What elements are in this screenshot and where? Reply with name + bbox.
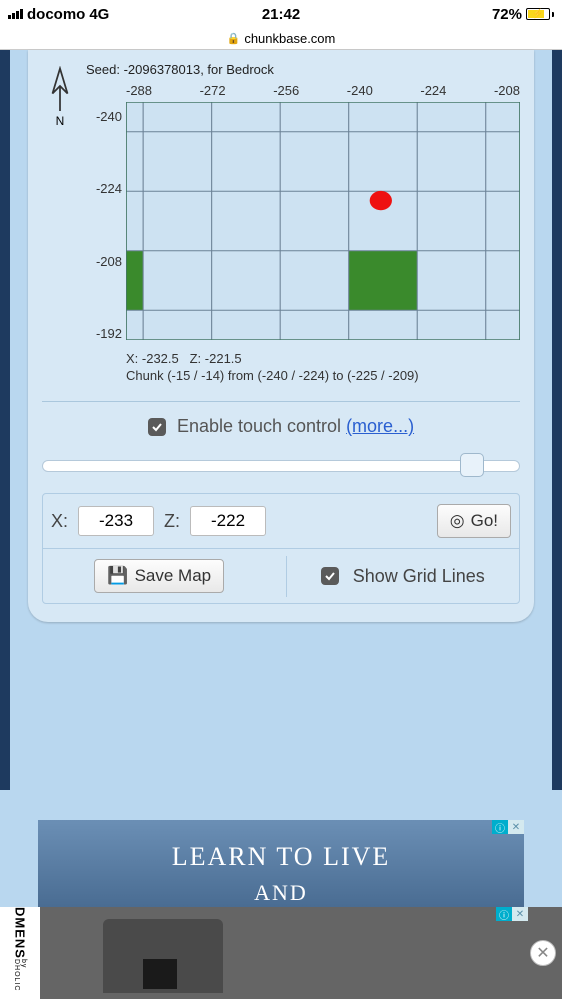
x-input[interactable] (78, 506, 154, 536)
x-tick: -256 (273, 83, 299, 98)
map-border (126, 102, 520, 340)
adchoices-badge[interactable]: ⓘ✕ (496, 907, 528, 921)
y-tick: -208 (86, 254, 122, 269)
compass: N (42, 62, 78, 383)
signal-bars-icon (8, 9, 23, 19)
check-icon (324, 570, 336, 582)
ad1-line1: LEARN TO LIVE (38, 842, 524, 872)
save-icon: 💾 (107, 566, 128, 586)
x-label: X: (51, 511, 68, 532)
cursor-z: Z: -221.5 (190, 351, 242, 366)
z-input[interactable] (190, 506, 266, 536)
compass-n-label: N (56, 114, 65, 128)
slime-chunk (126, 251, 143, 311)
go-button[interactable]: ◎ Go! (437, 504, 511, 538)
touch-more-link[interactable]: (more...) (346, 416, 414, 436)
ad-banner-2[interactable]: DMENSby DHOLIC ⓘ✕ ✕ (0, 907, 562, 999)
ad2-brand: DMENSby DHOLIC (0, 907, 40, 999)
browser-url-bar[interactable]: 🔒 chunkbase.com (0, 28, 562, 50)
seed-line: Seed: -2096378013, for Bedrock (86, 62, 520, 77)
ad1-line2: AND (38, 880, 524, 906)
adchoices-icon: ⓘ (496, 907, 512, 921)
status-left: docomo 4G (8, 6, 109, 23)
target-icon: ◎ (450, 511, 465, 531)
cursor-x: X: -232.5 (126, 351, 179, 366)
slime-chunk (349, 251, 418, 311)
player-marker-icon (370, 191, 392, 210)
product-image-icon (103, 919, 223, 993)
url-host: chunkbase.com (244, 31, 335, 46)
adchoices-badge[interactable]: ⓘ✕ (492, 820, 524, 834)
x-axis-labels: -288 -272 -256 -240 -224 -208 (126, 83, 520, 102)
lock-icon: 🔒 (227, 32, 241, 45)
touch-control-row: Enable touch control (more...) (42, 416, 520, 437)
ad-close-icon[interactable]: ✕ (512, 907, 528, 921)
x-tick: -272 (200, 83, 226, 98)
y-tick: -224 (86, 181, 122, 196)
z-label: Z: (164, 511, 180, 532)
map-grid[interactable] (126, 102, 520, 340)
y-axis-labels: -240 -224 -208 -192 (86, 103, 126, 341)
adchoices-icon: ⓘ (492, 820, 508, 834)
grid-checkbox[interactable] (321, 567, 339, 585)
go-label: Go! (471, 511, 498, 531)
finder-card: N Seed: -2096378013, for Bedrock -240 -2… (28, 50, 534, 622)
battery-icon: ⚡ (526, 8, 554, 20)
x-tick: -208 (494, 83, 520, 98)
page-border-left (0, 50, 10, 790)
carrier-label: docomo (27, 6, 85, 23)
zoom-slider[interactable] (42, 453, 520, 479)
grid-lines (126, 102, 520, 340)
y-tick: -240 (86, 109, 122, 124)
save-map-button[interactable]: 💾 Save Map (94, 559, 224, 593)
divider (42, 401, 520, 402)
ad-dismiss-button[interactable]: ✕ (530, 940, 556, 966)
save-map-label: Save Map (135, 566, 212, 586)
status-bar: docomo 4G 21:42 72% ⚡ (0, 0, 562, 28)
chunk-line: Chunk (-15 / -14) from (-240 / -224) to … (126, 368, 520, 383)
ad-close-icon[interactable]: ✕ (508, 820, 524, 834)
page-body: N Seed: -2096378013, for Bedrock -240 -2… (0, 50, 562, 999)
controls-panel: X: Z: ◎ Go! 💾 Save Map (42, 493, 520, 604)
network-label: 4G (89, 6, 109, 23)
status-right: 72% ⚡ (492, 6, 554, 23)
ad2-products (40, 907, 562, 999)
x-tick: -288 (126, 83, 152, 98)
x-tick: -224 (420, 83, 446, 98)
show-grid-label: Show Grid Lines (353, 566, 485, 587)
touch-label: Enable touch control (177, 416, 341, 436)
page-border-right (552, 50, 562, 790)
x-tick: -240 (347, 83, 373, 98)
check-icon (151, 421, 163, 433)
slider-track (42, 460, 520, 472)
touch-checkbox[interactable] (148, 418, 166, 436)
clock: 21:42 (262, 6, 300, 23)
slider-thumb[interactable] (460, 453, 484, 477)
battery-pct: 72% (492, 6, 522, 23)
compass-arrow-icon (47, 66, 73, 116)
y-tick: -192 (86, 326, 122, 341)
